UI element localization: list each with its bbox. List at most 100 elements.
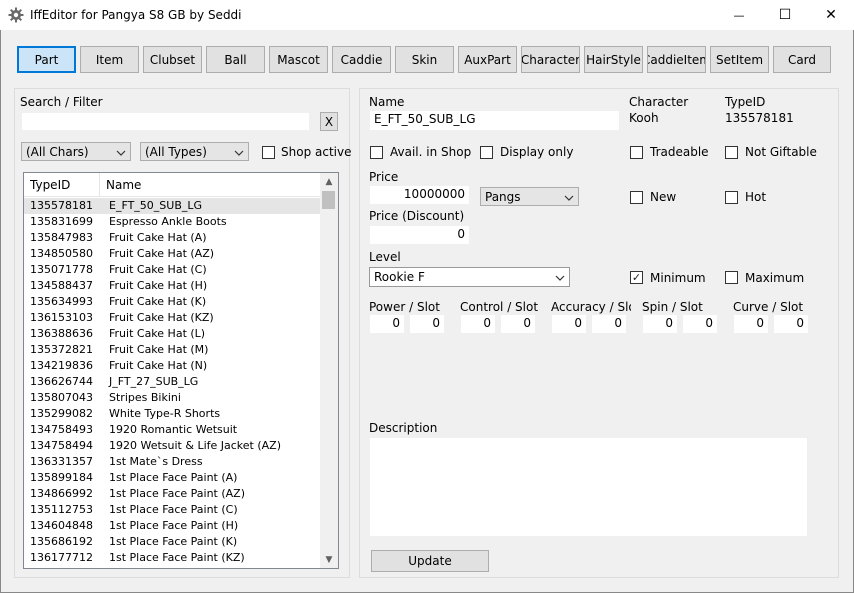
list-item-typeid: 135071778 <box>30 263 93 276</box>
description-textarea[interactable] <box>369 437 808 537</box>
update-button[interactable]: Update <box>371 550 489 572</box>
tab-hairstyle[interactable]: HairStyle <box>584 46 643 73</box>
hot-checkbox[interactable] <box>725 191 738 204</box>
power-slot-field[interactable]: 0 <box>409 314 445 334</box>
list-item[interactable]: 134866992 1st Place Face Paint (AZ) <box>24 486 320 502</box>
list-item[interactable]: 135686192 1st Place Face Paint (K) <box>24 534 320 550</box>
tab-clubset[interactable]: Clubset <box>143 46 202 73</box>
minimum-checkbox[interactable]: ✓ <box>630 271 643 284</box>
minimize-button[interactable]: — <box>716 0 762 30</box>
list-item[interactable]: 134850580 Fruit Cake Hat (AZ) <box>24 246 320 262</box>
scroll-up-icon[interactable]: ▲ <box>320 173 338 190</box>
tab-mascot[interactable]: Mascot <box>269 46 328 73</box>
display-only-checkbox[interactable] <box>480 146 493 159</box>
column-divider[interactable] <box>99 173 100 197</box>
column-header-typeid[interactable]: TypeID <box>30 178 70 192</box>
list-item[interactable]: 135899184 1st Place Face Paint (A) <box>24 470 320 486</box>
maximum-checkbox[interactable] <box>725 271 738 284</box>
list-item-name: 1st Place Face Paint (H) <box>109 519 239 532</box>
list-item[interactable]: 134588437 Fruit Cake Hat (H) <box>24 278 320 294</box>
list-item[interactable]: 135372821 Fruit Cake Hat (M) <box>24 342 320 358</box>
list-item-typeid: 135899184 <box>30 471 93 484</box>
list-item-name: E_FT_50_SUB_LG <box>109 199 203 212</box>
character-filter-value: (All Chars) <box>26 144 89 159</box>
list-item-name: Fruit Cake Hat (M) <box>109 343 209 356</box>
type-filter-select[interactable]: (All Types) <box>140 142 249 161</box>
tab-card[interactable]: Card <box>773 46 831 73</box>
list-item[interactable]: 134604848 1st Place Face Paint (H) <box>24 518 320 534</box>
spin-slot-field[interactable]: 0 <box>682 314 718 334</box>
clear-search-button[interactable]: X <box>320 112 338 131</box>
list-item[interactable]: 135847983 Fruit Cake Hat (A) <box>24 230 320 246</box>
scroll-down-icon[interactable]: ▼ <box>320 551 338 568</box>
tab-item[interactable]: Item <box>80 46 139 73</box>
list-item[interactable]: 136626744 J_FT_27_SUB_LG <box>24 374 320 390</box>
tab-setitem[interactable]: SetItem <box>710 46 769 73</box>
list-item-typeid: 135299082 <box>30 407 93 420</box>
avail-in-shop-checkbox[interactable] <box>370 146 383 159</box>
list-item-name: Espresso Ankle Boots <box>109 215 227 228</box>
list-item[interactable]: 134758494 1920 Wetsuit & Life Jacket (AZ) <box>24 438 320 454</box>
shop-active-label: Shop active <box>281 145 352 159</box>
currency-select[interactable]: Pangs <box>480 187 579 206</box>
list-item-typeid: 135634993 <box>30 295 93 308</box>
not-giftable-checkbox[interactable] <box>725 146 738 159</box>
price-discount-field[interactable]: 0 <box>369 225 470 245</box>
spin-value-field[interactable]: 0 <box>642 314 678 334</box>
accuracy-value-field[interactable]: 0 <box>551 314 587 334</box>
list-item[interactable]: 135807043 Stripes Bikini <box>24 390 320 406</box>
new-checkbox[interactable] <box>630 191 643 204</box>
close-button[interactable]: ✕ <box>808 0 854 30</box>
character-label: Character <box>629 95 689 109</box>
list-item-typeid: 134758493 <box>30 423 93 436</box>
character-filter-select[interactable]: (All Chars) <box>21 142 131 161</box>
list-header: TypeID Name <box>24 173 320 197</box>
search-input[interactable] <box>21 112 310 131</box>
tab-part[interactable]: Part <box>17 46 76 73</box>
shop-active-checkbox[interactable] <box>262 146 275 159</box>
tab-auxpart[interactable]: AuxPart <box>458 46 517 73</box>
tab-caddieitem[interactable]: CaddieItem <box>647 46 706 73</box>
list-item[interactable]: 135112753 1st Place Face Paint (C) <box>24 502 320 518</box>
tradeable-checkbox[interactable] <box>630 146 643 159</box>
list-item-typeid: 134604848 <box>30 519 93 532</box>
curve-slot-field[interactable]: 0 <box>773 314 809 334</box>
list-item[interactable]: 136177712 1st Place Face Paint (KZ) <box>24 550 320 566</box>
level-select[interactable]: Rookie F <box>369 267 570 287</box>
list-item[interactable]: 134219836 Fruit Cake Hat (N) <box>24 358 320 374</box>
list-item[interactable]: 136388636 Fruit Cake Hat (L) <box>24 326 320 342</box>
tab-skin[interactable]: Skin <box>395 46 454 73</box>
list-item[interactable]: 135071778 Fruit Cake Hat (C) <box>24 262 320 278</box>
list-item[interactable]: 135299082 White Type-R Shorts <box>24 406 320 422</box>
control-value-field[interactable]: 0 <box>460 314 496 334</box>
control-slot-field[interactable]: 0 <box>500 314 536 334</box>
tab-caddie[interactable]: Caddie <box>332 46 391 73</box>
window-title: IffEditor for Pangya S8 GB by Seddi <box>30 8 242 22</box>
item-list[interactable]: TypeID Name 135578181 E_FT_50_SUB_LG 13583… <box>23 172 339 569</box>
list-item[interactable]: 135634993 Fruit Cake Hat (K) <box>24 294 320 310</box>
power-value-field[interactable]: 0 <box>369 314 405 334</box>
column-header-name[interactable]: Name <box>106 178 141 192</box>
list-item[interactable]: 135831699 Espresso Ankle Boots <box>24 214 320 230</box>
list-item-name: 1st Place Face Paint (AZ) <box>109 487 246 500</box>
vertical-scrollbar[interactable]: ▲ ▼ <box>320 173 338 568</box>
accuracy-slot-field[interactable]: 0 <box>591 314 627 334</box>
list-item-typeid: 135372821 <box>30 343 93 356</box>
list-item[interactable]: 136153103 Fruit Cake Hat (KZ) <box>24 310 320 326</box>
scroll-thumb[interactable] <box>322 191 335 209</box>
name-label: Name <box>369 95 405 109</box>
list-item-name: Fruit Cake Hat (H) <box>109 279 208 292</box>
list-item-name: Fruit Cake Hat (K) <box>109 295 207 308</box>
spin-slot-label: Spin / Slot <box>642 300 703 314</box>
maximize-button[interactable]: ☐ <box>762 0 808 30</box>
list-item-name: Fruit Cake Hat (N) <box>109 359 208 372</box>
price-field[interactable]: 10000000 <box>369 185 470 205</box>
list-item[interactable]: 135578181 E_FT_50_SUB_LG <box>24 198 320 214</box>
maximum-label: Maximum <box>745 271 805 285</box>
tab-character[interactable]: Character <box>521 46 580 73</box>
list-item[interactable]: 134758493 1920 Romantic Wetsuit <box>24 422 320 438</box>
list-item[interactable]: 136331357 1st Mate`s Dress <box>24 454 320 470</box>
name-field[interactable]: E_FT_50_SUB_LG <box>369 110 620 131</box>
tab-ball[interactable]: Ball <box>206 46 265 73</box>
curve-value-field[interactable]: 0 <box>733 314 769 334</box>
